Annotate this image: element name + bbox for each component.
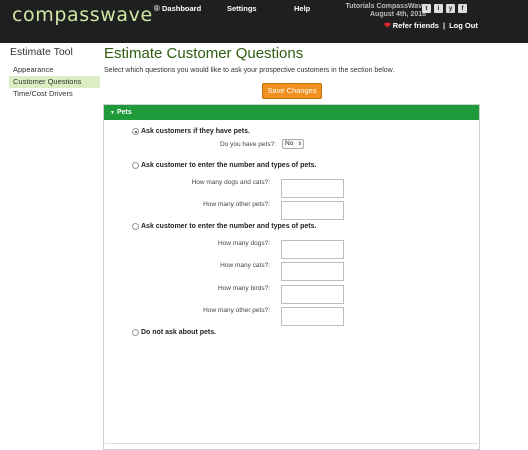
company-name: Tutorials CompassWave [345, 3, 426, 10]
have-pets-label: Do you have pets?: [219, 141, 276, 148]
logo-text: compasswave [12, 4, 153, 26]
logo[interactable]: compasswave® [12, 4, 161, 26]
save-changes-button[interactable]: Save Changes [262, 83, 322, 99]
twitter-icon[interactable]: t [422, 4, 431, 13]
have-pets-select[interactable]: No ⇕ [282, 139, 304, 149]
radio-number-types-combined[interactable] [132, 162, 139, 169]
other-pets-input-1[interactable] [281, 201, 344, 220]
social-links: t i y f [422, 4, 467, 13]
current-date: August 4th, 2018 [369, 11, 426, 18]
heart-icon: ❤ [384, 21, 391, 30]
option-do-not-ask-label: Do not ask about pets. [141, 329, 217, 336]
sidebar-item-appearance[interactable]: Appearance [9, 64, 100, 76]
option-number-types-combined-label: Ask customer to enter the number and typ… [141, 162, 317, 169]
birds-label: How many birds?: [217, 285, 270, 292]
logo-mark: ® [152, 3, 162, 13]
panel-divider [105, 443, 478, 444]
dogs-label: How many dogs?: [217, 240, 270, 247]
other-pets-label-1: How many other pets?: [203, 201, 270, 208]
cats-label: How many cats?: [220, 262, 270, 269]
nav-help[interactable]: Help [294, 4, 310, 13]
nav-dashboard[interactable]: Dashboard [162, 4, 201, 13]
user-links: ❤ Refer friends | Log Out [384, 21, 478, 30]
section-title: Pets [116, 109, 132, 116]
top-header: compasswave® Dashboard Settings Help Tut… [0, 0, 528, 43]
other-pets-input-2[interactable] [281, 307, 344, 326]
page-title: Estimate Customer Questions [104, 45, 304, 62]
radio-number-types-detailed[interactable] [132, 223, 139, 230]
nav-settings[interactable]: Settings [227, 4, 257, 13]
instagram-icon[interactable]: i [434, 4, 443, 13]
pets-section-header[interactable]: ▼ Pets [104, 105, 479, 120]
option-number-types-detailed-label: Ask customer to enter the number and typ… [141, 223, 317, 230]
select-arrows-icon: ⇕ [297, 141, 302, 147]
have-pets-value: No [285, 140, 294, 147]
radio-ask-have-pets[interactable] [132, 128, 139, 135]
dogs-cats-label: How many dogs and cats?: [191, 179, 270, 186]
company-info: Tutorials CompassWave August 4th, 2018 [345, 3, 426, 19]
dogs-cats-input[interactable] [281, 179, 344, 198]
youtube-icon[interactable]: y [446, 4, 455, 13]
option-ask-have-pets-label: Ask customers if they have pets. [141, 128, 250, 135]
other-pets-label-2: How many other pets?: [203, 307, 270, 314]
radio-do-not-ask[interactable] [132, 329, 139, 336]
sidebar: Estimate Tool Appearance Customer Questi… [0, 43, 103, 450]
sidebar-item-customer-questions[interactable]: Customer Questions [9, 76, 100, 88]
dogs-input[interactable] [281, 240, 344, 259]
link-separator: | [442, 21, 446, 30]
birds-input[interactable] [281, 285, 344, 304]
caret-down-icon: ▼ [110, 110, 115, 116]
refer-friends-link[interactable]: Refer friends [393, 21, 439, 30]
page-description: Select which questions you would like to… [104, 67, 395, 74]
sidebar-item-time-cost-drivers[interactable]: Time/Cost Drivers [9, 88, 100, 100]
logout-link[interactable]: Log Out [449, 21, 478, 30]
facebook-icon[interactable]: f [458, 4, 467, 13]
cats-input[interactable] [281, 262, 344, 281]
sidebar-title: Estimate Tool [10, 46, 73, 58]
